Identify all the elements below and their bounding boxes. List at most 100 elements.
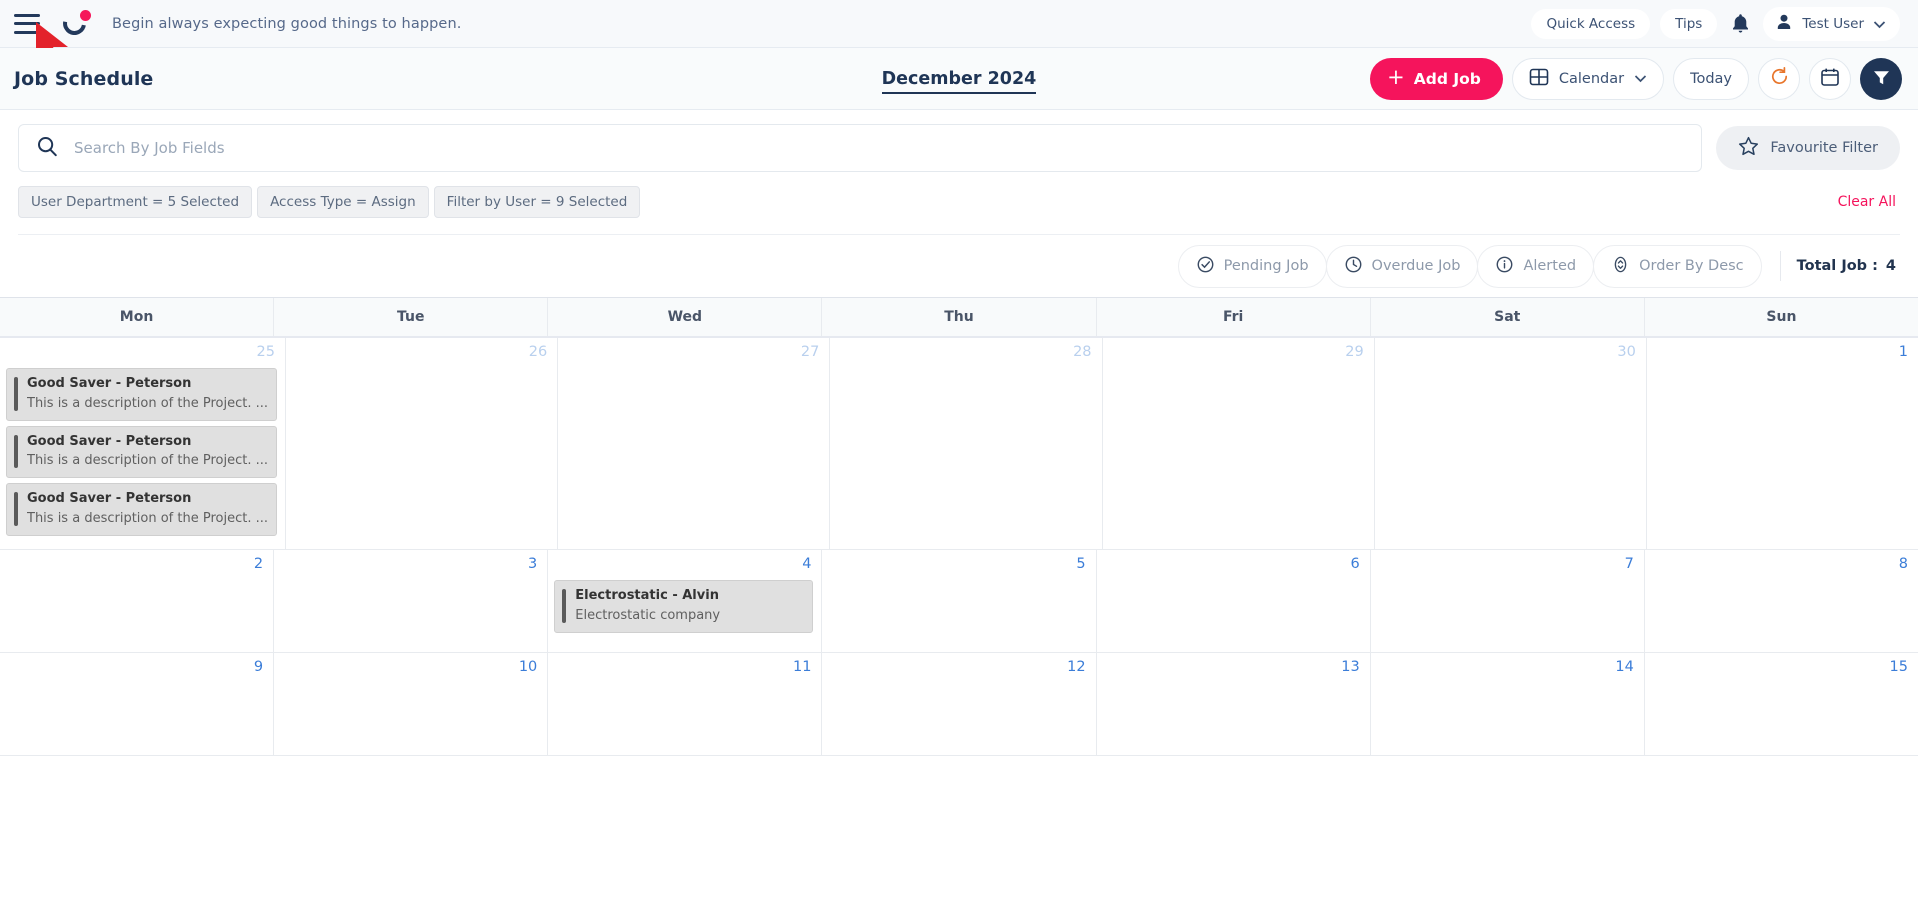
calendar-day-cell[interactable]: 12: [822, 653, 1097, 756]
event-text: Good Saver - Peterson This is a descripti…: [27, 433, 268, 471]
day-number[interactable]: 29: [1103, 344, 1366, 360]
day-number[interactable]: 30: [1375, 344, 1638, 360]
hamburger-menu-icon[interactable]: [14, 13, 40, 34]
user-menu[interactable]: Test User: [1763, 6, 1900, 41]
event-accent-bar: [562, 589, 567, 623]
calendar-day-cell[interactable]: 25 Good Saver - Peterson This is a descrip…: [0, 338, 286, 550]
day-number[interactable]: 6: [1097, 556, 1362, 572]
search-input[interactable]: [74, 139, 1684, 157]
calendar-day-cell[interactable]: 14: [1371, 653, 1645, 756]
calendar-day-cell[interactable]: 3: [274, 550, 549, 653]
calendar-grid: 25 Good Saver - Peterson This is a descrip…: [0, 338, 1918, 757]
status-label: Overdue Job: [1371, 258, 1461, 274]
total-job-counter: Total Job : 4: [1797, 258, 1896, 274]
user-name-label: Test User: [1802, 15, 1864, 32]
calendar-day-cell[interactable]: 13: [1097, 653, 1371, 756]
job-event-card[interactable]: Good Saver - Peterson This is a descripti…: [6, 483, 277, 537]
clear-all-button[interactable]: Clear All: [1838, 194, 1900, 210]
day-number[interactable]: 14: [1371, 659, 1636, 675]
job-event-card[interactable]: Good Saver - Peterson This is a descripti…: [6, 368, 277, 421]
brand-logo-icon[interactable]: [58, 6, 94, 41]
refresh-icon: [1769, 66, 1790, 91]
chevron-down-icon: [1873, 14, 1886, 33]
calendar-day-cell[interactable]: 2: [0, 550, 275, 653]
notification-bell-icon[interactable]: [1727, 11, 1753, 37]
calendar-day-cell[interactable]: 5: [822, 550, 1097, 653]
tips-button[interactable]: Tips: [1660, 8, 1718, 39]
day-number[interactable]: 5: [822, 556, 1087, 572]
calendar-day-cell[interactable]: 7: [1371, 550, 1645, 653]
add-job-button[interactable]: + Add Job: [1370, 57, 1503, 100]
plus-icon: +: [1387, 65, 1405, 89]
day-number[interactable]: 28: [830, 344, 1093, 360]
calendar-day-cell[interactable]: 10: [274, 653, 549, 756]
day-number[interactable]: 15: [1645, 659, 1910, 675]
event-title: Electrostatic - Alvin: [575, 588, 719, 604]
month-label-text[interactable]: December 2024: [881, 68, 1037, 94]
calendar-day-cell[interactable]: 6: [1097, 550, 1371, 653]
event-accent-bar: [14, 492, 18, 527]
star-icon: [1738, 136, 1759, 161]
page-header: Job Schedule December 2024 + Add Job Cal…: [0, 48, 1918, 110]
event-title: Good Saver - Peterson: [27, 433, 192, 449]
day-number[interactable]: 11: [548, 659, 813, 675]
weekday-fri: Fri: [1097, 298, 1371, 336]
today-button[interactable]: Today: [1673, 57, 1749, 100]
filter-button[interactable]: [1860, 57, 1902, 100]
calendar-day-cell[interactable]: 26: [286, 338, 559, 550]
day-number[interactable]: 7: [1371, 556, 1636, 572]
calendar-day-cell[interactable]: 1: [1647, 338, 1918, 549]
check-circle-icon: [1196, 255, 1215, 278]
filter-chip[interactable]: User Department = 5 Selected: [18, 186, 253, 218]
day-number[interactable]: 27: [558, 344, 821, 360]
day-number[interactable]: 8: [1645, 556, 1910, 572]
total-job-label: Total Job :: [1796, 258, 1878, 274]
job-event-card[interactable]: Good Saver - Peterson This is a descripti…: [6, 425, 277, 479]
grid-view-icon: [1529, 67, 1549, 91]
day-number[interactable]: 9: [0, 659, 265, 675]
favourite-filter-label: Favourite Filter: [1770, 140, 1878, 156]
calendar-week-row: 2 3 4 Electrostatic - Alvin Electrostatic co…: [0, 550, 1918, 654]
date-picker-button[interactable]: [1809, 57, 1851, 100]
day-number[interactable]: 13: [1097, 659, 1362, 675]
calendar-day-cell[interactable]: 29: [1103, 338, 1375, 550]
event-description: This is a description of the Project. ..…: [27, 453, 268, 469]
calendar-day-cell[interactable]: 4 Electrostatic - Alvin Electrostatic comp…: [548, 550, 823, 653]
day-number[interactable]: 1: [1647, 344, 1910, 360]
day-number[interactable]: 3: [274, 556, 539, 572]
view-selector[interactable]: Calendar: [1511, 57, 1665, 100]
weekday-mon: Mon: [0, 298, 275, 336]
calendar-day-cell[interactable]: 9: [0, 653, 275, 756]
day-number[interactable]: 4: [548, 556, 813, 572]
page-title: Job Schedule: [14, 67, 154, 90]
calendar-day-cell[interactable]: 8: [1645, 550, 1918, 652]
calendar-day-cell[interactable]: 15: [1645, 653, 1918, 755]
calendar-day-cell[interactable]: 11: [548, 653, 823, 756]
day-event-list: Electrostatic - Alvin Electrostatic compa…: [548, 580, 814, 633]
quick-access-button[interactable]: Quick Access: [1531, 8, 1651, 39]
status-order-by[interactable]: Order By Desc: [1593, 244, 1762, 288]
day-number[interactable]: 12: [822, 659, 1087, 675]
calendar-day-cell[interactable]: 28: [830, 338, 1103, 550]
job-event-card[interactable]: Electrostatic - Alvin Electrostatic compa…: [554, 580, 814, 633]
calendar-week-row: 9 10 11 12 13 14 15: [0, 653, 1918, 757]
clock-icon: [1344, 255, 1363, 278]
day-number[interactable]: 26: [286, 344, 549, 360]
day-number[interactable]: 25: [0, 344, 277, 360]
calendar-day-cell[interactable]: 30: [1375, 338, 1647, 550]
day-number[interactable]: 10: [274, 659, 539, 675]
filter-chip[interactable]: Access Type = Assign: [257, 186, 429, 218]
status-alerted[interactable]: Alerted: [1477, 244, 1595, 288]
status-pending-job[interactable]: Pending Job: [1177, 244, 1327, 288]
event-text: Good Saver - Peterson This is a descripti…: [27, 490, 268, 528]
status-overdue-job[interactable]: Overdue Job: [1325, 244, 1479, 288]
event-title: Good Saver - Peterson: [27, 491, 192, 507]
refresh-button[interactable]: [1758, 57, 1800, 100]
search-box[interactable]: [18, 124, 1703, 172]
calendar-day-cell[interactable]: 27: [558, 338, 831, 550]
day-number[interactable]: 2: [0, 556, 265, 572]
favourite-filter-button[interactable]: Favourite Filter: [1716, 126, 1900, 170]
event-accent-bar: [14, 434, 18, 469]
filter-chip[interactable]: Filter by User = 9 Selected: [433, 186, 641, 218]
event-description: Electrostatic company: [575, 607, 721, 623]
